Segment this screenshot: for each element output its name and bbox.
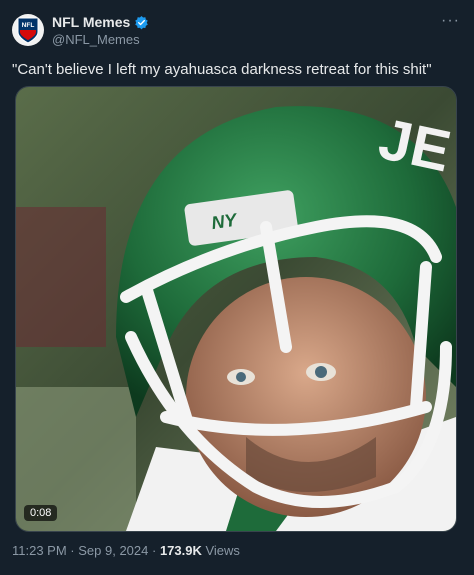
- views-label: Views: [201, 543, 240, 558]
- author-name-row: NFL Memes: [52, 14, 149, 30]
- tweet-meta: 11:23 PM · Sep 9, 2024 · 173.9K Views: [12, 543, 240, 558]
- tweet-text: "Can't believe I left my ayahuasca darkn…: [12, 61, 432, 78]
- meta-separator: ·: [148, 543, 160, 558]
- video-player[interactable]: JE NY 0:08: [15, 86, 457, 532]
- views-count: 173.9K: [159, 543, 202, 558]
- video-duration: 0:08: [24, 505, 58, 521]
- helmet-logo-text: NY: [210, 209, 240, 233]
- meta-separator: ·: [66, 543, 79, 558]
- handle[interactable]: @NFL_Memes: [52, 32, 140, 47]
- tweet-time[interactable]: 11:23 PM: [12, 543, 67, 558]
- video-thumbnail: JE NY: [16, 87, 456, 531]
- avatar[interactable]: NFL: [12, 14, 44, 46]
- ellipsis-icon[interactable]: ···: [441, 12, 460, 30]
- nfl-shield-logo: NFL: [17, 17, 39, 44]
- tweet-date[interactable]: Sep 9, 2024: [78, 543, 148, 558]
- avatar-logo-text: NFL: [22, 22, 35, 29]
- tweet-card: NFL NFL Memes @NFL_Memes ··· "Can't beli…: [0, 0, 474, 575]
- display-name[interactable]: NFL Memes: [52, 14, 130, 30]
- verified-badge-icon: [135, 15, 149, 29]
